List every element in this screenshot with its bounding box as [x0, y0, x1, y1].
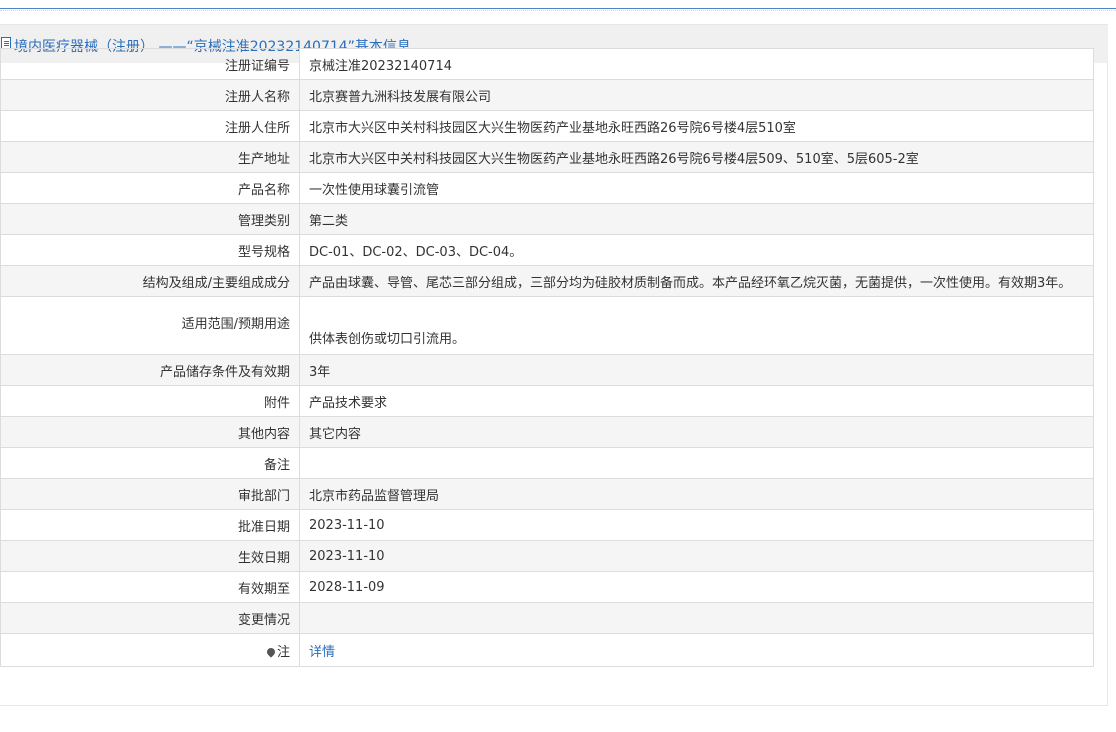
row-label: 管理类别: [0, 203, 300, 235]
row-value: 一次性使用球囊引流管: [299, 172, 1094, 204]
row-value: 北京市大兴区中关村科技园区大兴生物医药产业基地永旺西路26号院6号楼4层509、…: [299, 141, 1094, 173]
details-link[interactable]: 详情: [309, 645, 335, 660]
row-label: 注册人名称: [0, 79, 300, 111]
note-label-cell: 注: [0, 633, 300, 667]
note-value-cell: 详情: [299, 633, 1094, 667]
note-label: 注: [276, 644, 290, 660]
row-value: 2028-11-09: [299, 571, 1094, 603]
row-value: 供体表创伤或切口引流用。: [299, 296, 1094, 355]
row-value: 第二类: [299, 203, 1094, 235]
table-row: 产品储存条件及有效期 3年: [0, 354, 1094, 386]
row-value: 3年: [299, 354, 1094, 386]
table-row: 结构及组成/主要组成成分 产品由球囊、导管、尾芯三部分组成，三部分均为硅胶材质制…: [0, 265, 1094, 297]
pin-icon: [265, 645, 277, 658]
table-row: 审批部门 北京市药品监督管理局: [0, 478, 1094, 510]
note-row: 注 详情: [0, 633, 1094, 667]
row-label: 产品名称: [0, 172, 300, 204]
table-row: 产品名称 一次性使用球囊引流管: [0, 172, 1094, 204]
row-value: 其它内容: [299, 416, 1094, 448]
row-value: DC-01、DC-02、DC-03、DC-04。: [299, 234, 1094, 266]
row-value: 2023-11-10: [299, 540, 1094, 572]
row-label: 其他内容: [0, 416, 300, 448]
row-label: 结构及组成/主要组成成分: [0, 265, 300, 297]
table-row: 管理类别 第二类: [0, 203, 1094, 235]
table-row: 批准日期 2023-11-10: [0, 509, 1094, 541]
row-value: [299, 602, 1094, 634]
table-row: 变更情况: [0, 602, 1094, 634]
table-row: 生产地址 北京市大兴区中关村科技园区大兴生物医药产业基地永旺西路26号院6号楼4…: [0, 141, 1094, 173]
row-label: 附件: [0, 385, 300, 417]
table-row: 注册人住所 北京市大兴区中关村科技园区大兴生物医药产业基地永旺西路26号院6号楼…: [0, 110, 1094, 142]
row-label: 产品储存条件及有效期: [0, 354, 300, 386]
table-row: 适用范围/预期用途 供体表创伤或切口引流用。: [0, 296, 1094, 355]
device-info-table: 注册证编号 京械注准20232140714 注册人名称 北京赛普九洲科技发展有限…: [0, 48, 1094, 667]
row-label: 型号规格: [0, 234, 300, 266]
row-value: 2023-11-10: [299, 509, 1094, 541]
row-label: 备注: [0, 447, 300, 479]
row-label: 审批部门: [0, 478, 300, 510]
table-row: 注册证编号 京械注准20232140714: [0, 48, 1094, 80]
table-row: 注册人名称 北京赛普九洲科技发展有限公司: [0, 79, 1094, 111]
row-label: 生产地址: [0, 141, 300, 173]
table-row: 有效期至 2028-11-09: [0, 571, 1094, 603]
row-label: 批准日期: [0, 509, 300, 541]
row-label: 生效日期: [0, 540, 300, 572]
row-value: 产品技术要求: [299, 385, 1094, 417]
top-dotted-divider: [0, 10, 1116, 11]
table-row: 生效日期 2023-11-10: [0, 540, 1094, 572]
row-label: 有效期至: [0, 571, 300, 603]
table-row: 型号规格 DC-01、DC-02、DC-03、DC-04。: [0, 234, 1094, 266]
row-label: 注册人住所: [0, 110, 300, 142]
row-label: 适用范围/预期用途: [0, 296, 300, 355]
row-value: 产品由球囊、导管、尾芯三部分组成，三部分均为硅胶材质制备而成。本产品经环氧乙烷灭…: [299, 265, 1094, 297]
table-row: 其他内容 其它内容: [0, 416, 1094, 448]
table-row: 附件 产品技术要求: [0, 385, 1094, 417]
top-border-line: [0, 8, 1116, 9]
row-label: 注册证编号: [0, 48, 300, 80]
row-value: [299, 447, 1094, 479]
row-value: 北京市药品监督管理局: [299, 478, 1094, 510]
row-value: 北京赛普九洲科技发展有限公司: [299, 79, 1094, 111]
row-label: 变更情况: [0, 602, 300, 634]
table-row: 备注: [0, 447, 1094, 479]
row-value: 京械注准20232140714: [299, 48, 1094, 80]
row-value: 北京市大兴区中关村科技园区大兴生物医药产业基地永旺西路26号院6号楼4层510室: [299, 110, 1094, 142]
